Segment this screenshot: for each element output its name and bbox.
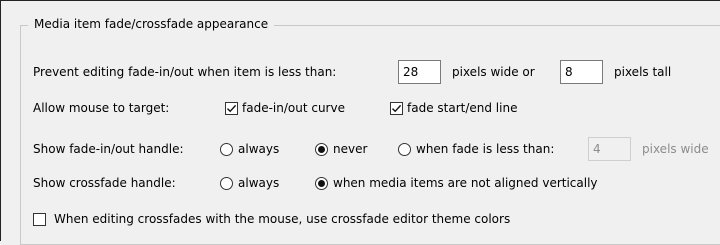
radio-icon (398, 142, 411, 156)
fade-handle-row: Show fade-in/out handle: (33, 137, 184, 161)
fade-handle-when-label: when fade is less than: (416, 142, 555, 156)
crossfade-always-label: always (238, 176, 280, 190)
fade-handle-never-label: never (333, 142, 368, 156)
fade-line-check-icon (390, 101, 403, 115)
min-width-input[interactable] (398, 60, 441, 84)
fade-handle-when-radio[interactable]: when fade is less than: (398, 137, 554, 161)
pixels-tall-label: pixels tall (614, 65, 672, 79)
prevent-label: Prevent editing fade-in/out when item is… (33, 65, 337, 79)
fade-curve-check-icon (225, 101, 238, 115)
crossfade-aligned-radio[interactable]: when media items are not aligned vertica… (315, 171, 598, 195)
crossfade-always-radio[interactable]: always (220, 171, 279, 195)
radio-icon (220, 142, 233, 156)
fade-line-label: fade start/end line (407, 101, 518, 115)
fade-threshold-input[interactable] (588, 137, 631, 161)
crossfade-aligned-label: when media items are not aligned vertica… (333, 176, 598, 190)
crossfade-handle-label: Show crossfade handle: (33, 176, 176, 190)
fade-threshold-unit: pixels wide (642, 142, 709, 156)
fade-handle-always-label: always (238, 142, 280, 156)
fade-handle-never-radio[interactable]: never (315, 137, 367, 161)
fade-handle-label: Show fade-in/out handle: (33, 142, 184, 156)
unchecked-box-icon (33, 212, 46, 226)
radio-selected-icon (315, 176, 328, 190)
fade-curve-checkbox[interactable]: fade-in/out curve (225, 96, 345, 120)
prevent-row: Prevent editing fade-in/out when item is… (33, 60, 336, 84)
target-row: Allow mouse to target: (33, 96, 169, 120)
fade-line-checkbox[interactable]: fade start/end line (390, 96, 517, 120)
theme-colors-checkbox[interactable]: When editing crossfades with the mouse, … (33, 207, 510, 231)
radio-selected-icon (315, 142, 328, 156)
radio-icon (220, 176, 233, 190)
target-label: Allow mouse to target: (33, 101, 170, 115)
pixels-wide-label: pixels wide or (452, 65, 535, 79)
fade-handle-always-radio[interactable]: always (220, 137, 279, 161)
group-title: Media item fade/crossfade appearance (28, 15, 275, 33)
crossfade-handle-row: Show crossfade handle: (33, 171, 176, 195)
fade-curve-label: fade-in/out curve (242, 101, 345, 115)
theme-colors-label: When editing crossfades with the mouse, … (54, 212, 511, 226)
min-height-input[interactable] (560, 60, 603, 84)
